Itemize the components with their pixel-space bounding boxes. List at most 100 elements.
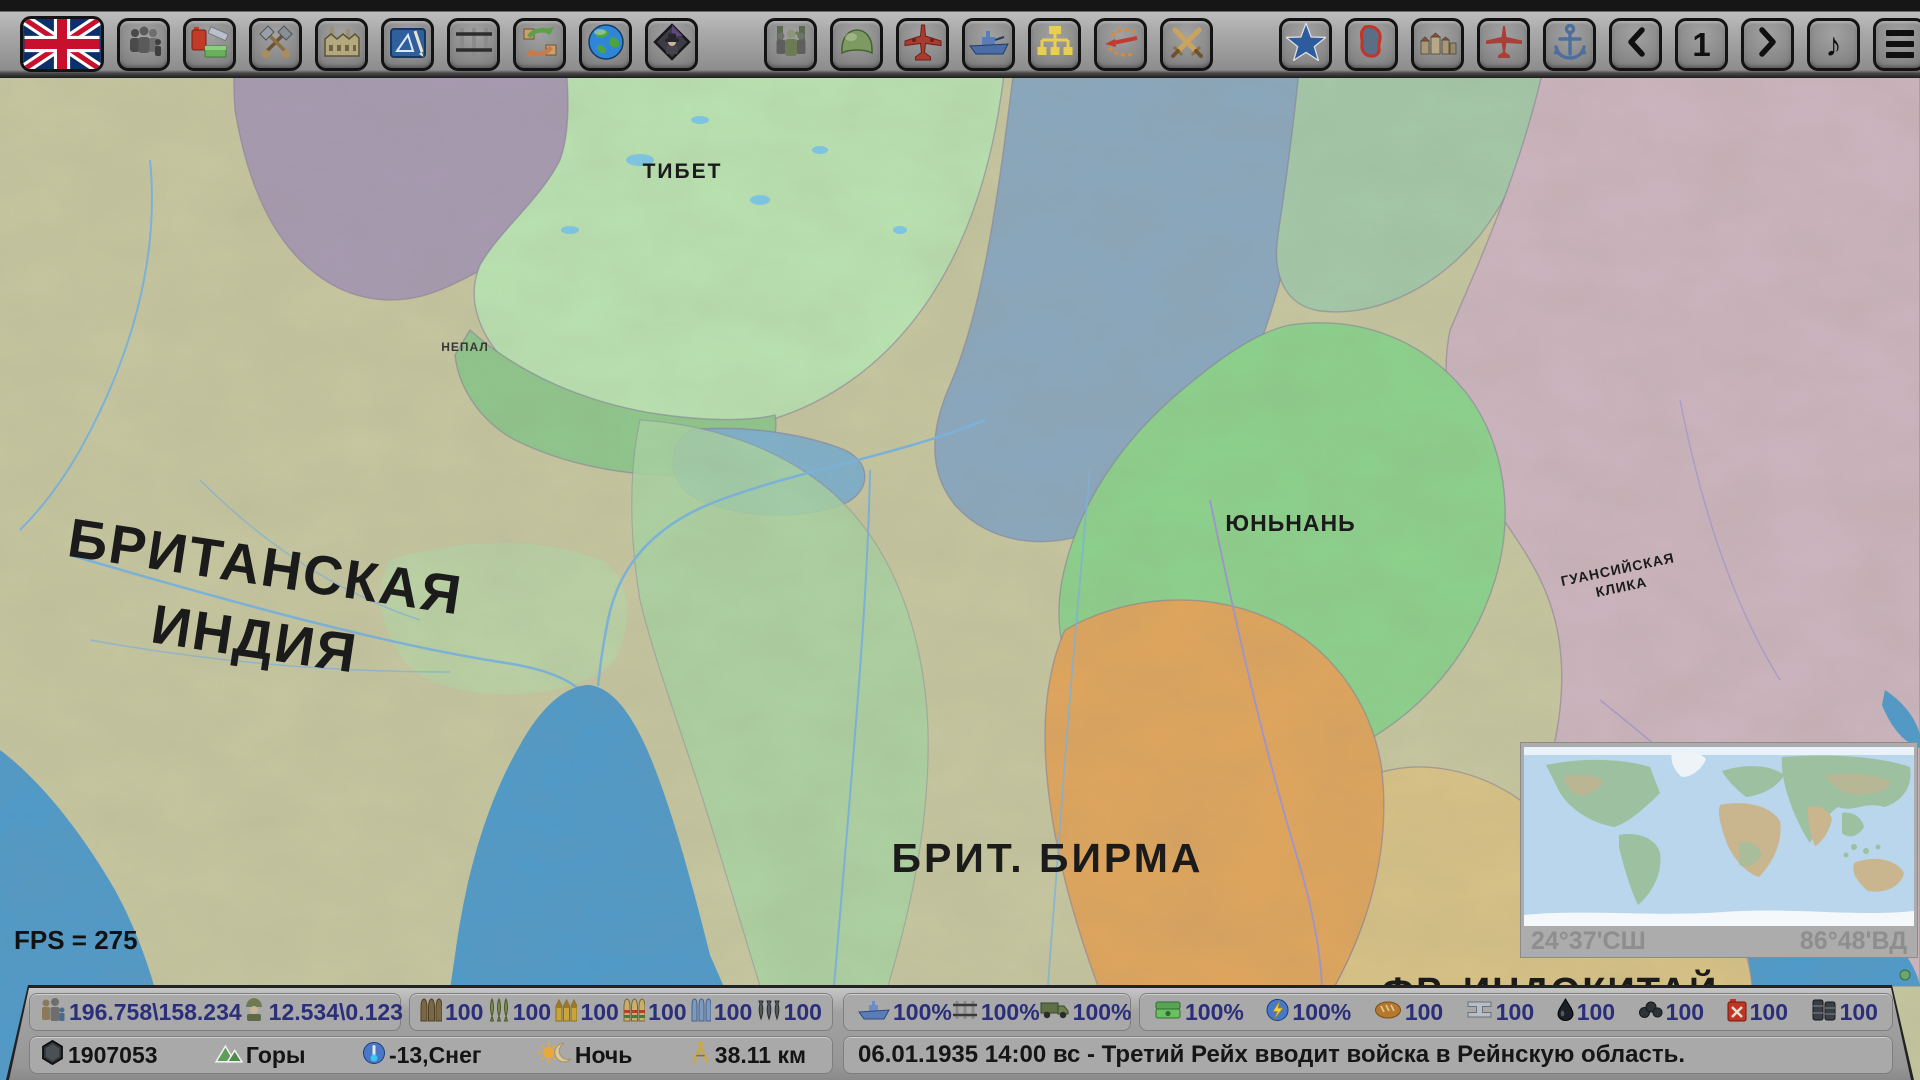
res-electricity: 100%	[1266, 998, 1351, 1027]
steel-beam-icon	[1466, 999, 1493, 1025]
province-mode-button[interactable]	[1345, 18, 1398, 71]
panel-transport: 100% 100% 100	[843, 993, 1131, 1031]
res-steel: 100	[1466, 999, 1534, 1026]
industry-button[interactable]	[315, 18, 368, 71]
money-icon	[1154, 1000, 1182, 1025]
weather-readout: -13,Снег	[362, 1041, 482, 1070]
air-forces-button[interactable]	[896, 18, 949, 71]
minimap-coordinates: 24°37'СШ 86°48'ВД	[1521, 926, 1917, 956]
menu-button[interactable]	[1873, 18, 1920, 71]
land-forces-button[interactable]	[830, 18, 883, 71]
battles-button[interactable]	[1160, 18, 1213, 71]
res-fuel-value: 100	[1750, 999, 1788, 1026]
cargo-ship-icon	[858, 999, 890, 1025]
rail-icon	[952, 999, 978, 1026]
res-oil: 100	[1557, 998, 1615, 1026]
population-button[interactable]	[117, 18, 170, 71]
page-next-button[interactable]	[1741, 18, 1794, 71]
page-prev-button[interactable]	[1609, 18, 1662, 71]
ammo-mortar-value: 100	[513, 999, 551, 1026]
res-coal-value: 100	[1666, 999, 1704, 1026]
coal-icon	[1638, 1000, 1663, 1024]
panel-ammunition: 100 100	[409, 993, 833, 1031]
anchor-icon	[1552, 23, 1588, 66]
province-id-readout: 1907053	[40, 1040, 158, 1070]
page-number-button[interactable]: 1	[1675, 18, 1728, 71]
weather-value: -13,Снег	[389, 1042, 482, 1069]
terrain-readout: Горы	[214, 1042, 306, 1069]
construction-button[interactable]	[249, 18, 302, 71]
high-command-button[interactable]	[764, 18, 817, 71]
res-money: 100%	[1154, 999, 1244, 1026]
design-bureau-button[interactable]	[381, 18, 434, 71]
res-barrels: 100	[1811, 998, 1878, 1026]
country-flag-button[interactable]	[20, 16, 104, 72]
music-button[interactable]: ♪	[1807, 18, 1860, 71]
toolbar-buttons-row: 1 ♪	[20, 16, 1920, 72]
air-bombs-icon	[757, 998, 781, 1027]
star-icon	[1286, 23, 1326, 66]
uk-flag-icon	[23, 19, 101, 69]
trade-button[interactable]	[513, 18, 566, 71]
map-label-nepal: НЕПАЛ	[430, 340, 500, 356]
truck-icon	[1040, 999, 1070, 1025]
resources-button[interactable]	[183, 18, 236, 71]
status-bar: 196.758\158.234 12.534\0.123	[6, 985, 1914, 1080]
officers-icon	[771, 24, 811, 65]
status-bar-inner: 196.758\158.234 12.534\0.123	[9, 988, 1911, 1080]
res-barrels-value: 100	[1840, 999, 1878, 1026]
panel-demographics: 196.758\158.234 12.534\0.123	[29, 993, 401, 1031]
bomber-icon	[903, 23, 943, 66]
distance-readout: 38.11 км	[689, 1040, 806, 1070]
naval-shells-icon	[691, 998, 711, 1027]
rifle-rounds-icon	[555, 998, 577, 1027]
panel-economy: 100% 100% 100	[1139, 993, 1893, 1031]
ammo-naval-value: 100	[714, 999, 752, 1026]
oil-drop-icon	[1557, 998, 1574, 1026]
transport-sea: 100%	[858, 999, 952, 1026]
unit-movement-button[interactable]	[1094, 18, 1147, 71]
bread-icon	[1374, 1000, 1402, 1024]
air-units-button[interactable]	[1477, 18, 1530, 71]
plane-icon	[1484, 25, 1524, 64]
transport-road-value: 100%	[1073, 999, 1132, 1026]
diplomacy-button[interactable]	[579, 18, 632, 71]
factory-icon	[322, 25, 362, 64]
naval-units-button[interactable]	[1543, 18, 1596, 71]
cities-mode-button[interactable]	[1411, 18, 1464, 71]
intelligence-button[interactable]	[645, 18, 698, 71]
minimap[interactable]: 24°37'СШ 86°48'ВД	[1520, 742, 1918, 958]
org-chart-button[interactable]	[1028, 18, 1081, 71]
hamburger-menu-icon	[1886, 30, 1914, 58]
transport-rail: 100%	[952, 999, 1040, 1026]
daytime-value: Ночь	[575, 1042, 633, 1069]
news-ticker: 06.01.1935 14:00 вс - Третий Рейх вводит…	[858, 1041, 1685, 1069]
res-food-value: 100	[1405, 999, 1443, 1026]
thermometer-icon	[362, 1041, 386, 1070]
compass-divider-icon	[689, 1040, 712, 1070]
province-icon	[1353, 23, 1391, 66]
distance-value: 38.11 км	[715, 1042, 806, 1069]
transport-sea-value: 100%	[893, 999, 952, 1026]
soldier-icon	[242, 997, 266, 1027]
music-note-icon: ♪	[1825, 28, 1842, 61]
res-oil-value: 100	[1577, 999, 1615, 1026]
naval-forces-button[interactable]	[962, 18, 1015, 71]
cannon-shells-icon	[623, 998, 645, 1027]
res-electricity-value: 100%	[1292, 999, 1351, 1026]
railways-button[interactable]	[447, 18, 500, 71]
trade-icon	[521, 24, 559, 65]
elite-units-button[interactable]	[1279, 18, 1332, 71]
res-food: 100	[1374, 999, 1443, 1026]
globe-icon	[587, 23, 625, 66]
mortar-bombs-icon	[488, 998, 510, 1027]
ammo-artillery-value: 100	[445, 999, 483, 1026]
ammo-artillery: 100	[420, 998, 483, 1027]
minimap-world[interactable]	[1524, 747, 1914, 926]
population-readout: 196.758\158.234	[38, 997, 242, 1028]
org-chart-icon	[1036, 24, 1074, 65]
ammo-mortar: 100	[488, 998, 551, 1027]
railroad-icon	[454, 25, 494, 64]
ammo-naval: 100	[691, 998, 752, 1027]
sun-moon-icon	[538, 1041, 572, 1069]
